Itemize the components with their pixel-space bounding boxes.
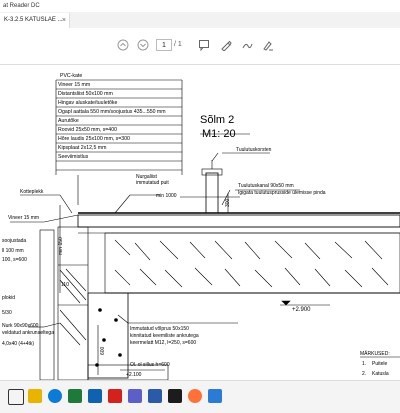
label-nurk: Nurk 90x90x600 [2, 323, 39, 329]
other-app-icon[interactable] [208, 389, 222, 403]
label-note1: Puitele [372, 361, 388, 367]
label-plokid: plokid [2, 295, 15, 301]
drawing-svg: PVC-kate Vineer 15 mm Distantsliist 50x1… [2, 73, 400, 380]
label-s600: 100, s=600 [2, 257, 27, 263]
file-explorer-icon[interactable] [28, 389, 42, 403]
draw-icon[interactable] [241, 39, 253, 51]
label-dim-300: 300 [225, 198, 231, 207]
outlook-icon[interactable] [88, 389, 102, 403]
edge-icon[interactable] [48, 389, 62, 403]
layer-row-label: Roovid 25x50 mm, s=400 [58, 127, 117, 133]
label-tuulutuskanal: Tuulutuskanal 90x50 mm [238, 183, 294, 189]
tab-bar: K-3.2.5 KATUSLAE ... × [0, 12, 400, 29]
label-tuulutuskanal-note: Igigata tuulutusprusside ülemisse pinda [238, 190, 326, 196]
label-dim-110: 110 [61, 282, 69, 288]
word-icon[interactable] [148, 389, 162, 403]
label-kotteplekk: Kotteplekk [20, 189, 44, 195]
highlight-pen-icon[interactable] [220, 39, 232, 52]
acrobat-icon[interactable] [108, 389, 122, 403]
pdf-canvas[interactable]: PVC-kate Vineer 15 mm Distantsliist 50x1… [0, 65, 400, 380]
label-note2-num: 2. [362, 371, 366, 377]
page-up-icon[interactable] [117, 39, 129, 51]
toolbar: 1 / 1 [0, 28, 400, 65]
label-dim-600: 600 [100, 346, 106, 355]
firefox-icon[interactable] [188, 389, 202, 403]
layer-row-label: Ogapl aattala 550 mm/soojustus 435...550… [58, 109, 166, 115]
label-ol-sillus: Ol. ol sillus h=600 [130, 362, 170, 368]
label-voolprus: Immutatud võlprus 50x150 [130, 326, 189, 332]
layer-row-label: Distantsliist 50x100 mm [58, 91, 113, 97]
label-ventilation-chimney: Tuulutuskorsten [236, 147, 272, 153]
task-view-icon[interactable] [8, 389, 24, 405]
layer-row-label: Kipsplaat 2x12,5 mm [58, 145, 106, 151]
sign-icon[interactable] [262, 39, 274, 51]
layer-row-label: PVC-kate [60, 73, 82, 79]
label-dim-150: min 150 [58, 237, 64, 255]
layer-row-label: Seeviimistlus [58, 154, 89, 160]
document-tab[interactable]: K-3.2.5 KATUSLAE ... × [0, 13, 70, 28]
detail-scale: M1: 20 [202, 128, 236, 140]
label-ll100: ll 100 mm [2, 248, 24, 254]
layer-row-label: Hõre laudis 25x100 mm, s=300 [58, 136, 130, 142]
label-veldatud: veldatud ankrunaeltega [2, 330, 54, 336]
taskbar [0, 380, 400, 413]
close-tab-icon[interactable]: × [62, 13, 66, 28]
label-immutatud-puit: immutatud puit [136, 180, 169, 186]
document-tab-label: K-3.2.5 KATUSLAE ... [4, 17, 63, 23]
label-elevation-2: +2.100 [126, 372, 142, 378]
layer-row-label: Hingav aluskate/tuuletõke [58, 100, 118, 106]
label-markused: MÄRKUSED: [360, 350, 390, 357]
teams-icon[interactable] [128, 389, 142, 403]
page-number-input[interactable]: 1 [156, 39, 172, 51]
page-total: / 1 [174, 41, 182, 48]
label-soojustada: soojustada [2, 238, 26, 244]
detail-title: Sõlm 2 [200, 114, 234, 126]
excel-icon[interactable] [68, 389, 82, 403]
app-3d-icon[interactable] [168, 389, 182, 403]
label-min1000: min 1000 [156, 193, 177, 199]
label-kinnitatud: kinnitatud keemiliste ankrutega [130, 333, 199, 339]
label-keermelatt: keermelatt M12, l=250, s=600 [130, 340, 196, 346]
comment-icon[interactable] [198, 39, 210, 52]
label-note1-num: 1. [362, 361, 366, 367]
label-fraction: 5/30 [2, 310, 12, 316]
layer-row-label: Vineer 15 mm [58, 82, 90, 88]
page-down-icon[interactable] [137, 39, 149, 51]
window-title: at Reader DC [0, 0, 400, 12]
label-vineer: Vineer 15 mm [8, 215, 39, 221]
label-x440: 4,0x40 (4+4tk) [2, 341, 34, 347]
label-note2: Katusla [372, 371, 389, 377]
layer-row-label: Aurutõke [58, 118, 79, 124]
label-elevation-1: +2.900 [292, 307, 311, 313]
